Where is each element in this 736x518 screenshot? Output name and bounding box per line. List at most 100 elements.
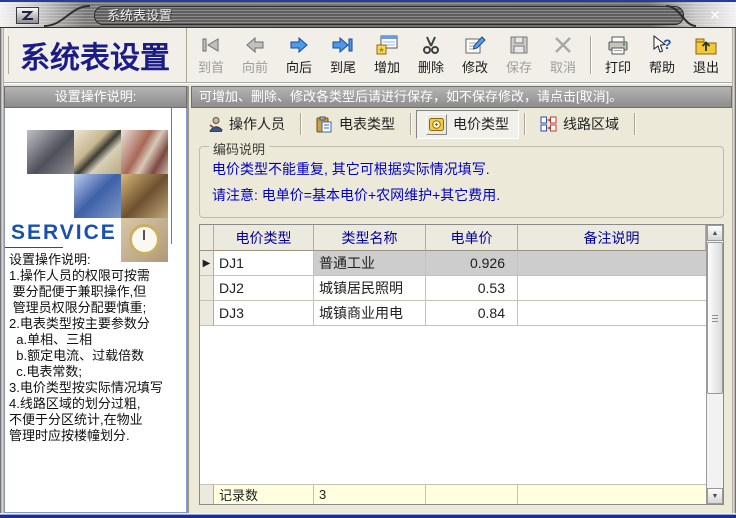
svg-text:?: ? [663, 36, 672, 52]
header-bar: 系统表设置 到首 向前 向后 [4, 28, 732, 84]
cell-note[interactable] [518, 301, 706, 326]
toolbar-button-exit[interactable]: 退出 [684, 28, 728, 82]
toolbar-button-cancel[interactable]: 取消 [541, 28, 585, 82]
window-edge-right [732, 28, 736, 518]
grid-main: 电价类型 类型名称 电单价 备注说明 ▶ DJ1 普通工业 0.926 [200, 225, 706, 504]
groupbox-legend: 编码说明 [209, 139, 269, 158]
tab-line-area[interactable]: 线路区域 [530, 110, 629, 138]
tab-label: 操作人员 [229, 114, 285, 134]
instruction-line: 3.电价类型按实际情况填写 [9, 380, 186, 396]
record-count-value: 3 [314, 484, 426, 504]
toolbar-button-modify[interactable]: 修改 [453, 28, 497, 82]
toolbar-button-next[interactable]: 向后 [277, 28, 321, 82]
go-prev-icon [244, 33, 266, 56]
toolbar-button-delete[interactable]: 删除 [409, 28, 453, 82]
tab-separator [300, 113, 301, 135]
cancel-x-icon [553, 33, 573, 56]
note-line: 请注意: 电单价=基本电价+农网维护+其它费用. [212, 182, 711, 208]
cell-code[interactable]: DJ1 [214, 251, 314, 276]
decor-horizontal-line [5, 247, 63, 248]
instruction-line: 不便于分区统计,在物业 [9, 412, 186, 428]
add-record-icon [375, 33, 399, 56]
toolbar-button-first[interactable]: 到首 [189, 28, 233, 82]
toolbar: 到首 向前 向后 到尾 [187, 28, 732, 82]
scroll-down-icon[interactable]: ▼ [707, 488, 723, 504]
cell-price[interactable]: 0.53 [426, 276, 518, 301]
cell-price[interactable]: 0.926 [426, 251, 518, 276]
service-logo: SERVICE [11, 221, 117, 245]
toolbar-button-add[interactable]: 增加 [365, 28, 409, 82]
photo-instruments [121, 130, 168, 174]
photo-pen [74, 130, 121, 174]
table-footer-row: 记录数 3 [200, 484, 706, 504]
close-icon[interactable]: ✕ [705, 6, 725, 25]
toolbar-button-prev[interactable]: 向前 [233, 28, 277, 82]
toolbar-separator [590, 36, 591, 74]
table-row[interactable]: DJ3 城镇商业用电 0.84 [200, 301, 706, 326]
table-header-row: 电价类型 类型名称 电单价 备注说明 [200, 225, 706, 251]
instruction-line: 1.操作人员的权限可按需 [9, 268, 186, 284]
instruction-line: 设置操作说明: [9, 252, 186, 268]
coding-note-groupbox: 编码说明 电价类型不能重复, 其它可根据实际情况填写. 请注意: 电单价=基本电… [199, 146, 724, 218]
tab-separator [524, 113, 525, 135]
indicator-column-header [200, 225, 214, 251]
cell-note[interactable] [518, 276, 706, 301]
window-body: 设置操作说明: SERVICE 设置操作说明: 1.操作人员的权限可按需 要分配… [4, 86, 732, 513]
cell-name[interactable]: 城镇居民照明 [314, 276, 426, 301]
cell-note[interactable] [518, 251, 706, 276]
table-row[interactable]: DJ2 城镇居民照明 0.53 [200, 276, 706, 301]
scroll-up-icon[interactable]: ▲ [707, 225, 723, 241]
table-empty-area [200, 326, 706, 484]
toolbar-button-print[interactable]: 打印 [596, 28, 640, 82]
photo-hand [121, 174, 168, 218]
tabs-bar: 操作人员 电表类型 电价类型 [189, 108, 732, 140]
col-header-unit-price[interactable]: 电单价 [426, 225, 518, 251]
tab-operators[interactable]: 操作人员 [197, 110, 295, 138]
delete-scissors-icon [420, 33, 442, 56]
footer-empty-cell [518, 484, 706, 504]
footer-indicator [200, 484, 214, 504]
go-next-icon [288, 33, 310, 56]
instruction-line: c.电表常数; [9, 364, 186, 380]
window-title: 系统表设置 [94, 6, 684, 25]
go-first-icon [200, 33, 222, 56]
cell-price[interactable]: 0.84 [426, 301, 518, 326]
col-header-price-type[interactable]: 电价类型 [214, 225, 314, 251]
sidebar-content: SERVICE 设置操作说明: 1.操作人员的权限可按需 要分配便于兼职操作,但… [4, 108, 187, 513]
sidebar-header: 设置操作说明: [4, 86, 187, 108]
sidebar: 设置操作说明: SERVICE 设置操作说明: 1.操作人员的权限可按需 要分配… [4, 86, 189, 513]
app-window: 系统表设置 ✕ 系统表设置 到首 向前 [0, 0, 736, 518]
current-row-marker-icon: ▶ [200, 251, 214, 276]
photo-keyboard [74, 174, 121, 218]
instructions-text: 设置操作说明: 1.操作人员的权限可按需 要分配便于兼职操作,但 管理员权限分配… [9, 252, 186, 444]
cell-code[interactable]: DJ3 [214, 301, 314, 326]
cell-name[interactable]: 城镇商业用电 [314, 301, 426, 326]
toolbar-button-help[interactable]: ? 帮助 [640, 28, 684, 82]
go-last-icon [332, 33, 354, 56]
help-cursor-icon: ? [650, 33, 674, 56]
pocket-watch-icon [129, 224, 160, 255]
titlebar: 系统表设置 ✕ [0, 0, 736, 28]
window-edge-bottom [0, 513, 736, 518]
cell-code[interactable]: DJ2 [214, 276, 314, 301]
col-header-type-name[interactable]: 类型名称 [314, 225, 426, 251]
scrollbar-thumb[interactable] [707, 242, 723, 394]
line-area-diagram-icon [540, 116, 557, 132]
cell-name[interactable]: 普通工业 [314, 251, 426, 276]
note-line: 电价类型不能重复, 其它可根据实际情况填写. [212, 156, 711, 182]
main-panel: 可增加、删除、修改各类型后请进行保存，如不保存修改，请点击[取消]。 操作人员 … [189, 86, 732, 513]
system-menu-icon[interactable] [16, 7, 39, 24]
col-header-note[interactable]: 备注说明 [518, 225, 706, 251]
toolbar-button-last[interactable]: 到尾 [321, 28, 365, 82]
table-row[interactable]: ▶ DJ1 普通工业 0.926 [200, 251, 706, 276]
tab-meter-type[interactable]: 电表类型 [306, 110, 405, 138]
price-type-icon [426, 114, 447, 135]
scrollbar-grip [712, 315, 718, 322]
tab-separator [410, 113, 411, 135]
toolbar-button-save[interactable]: 保存 [497, 28, 541, 82]
tab-separator [634, 113, 635, 135]
tab-price-type[interactable]: 电价类型 [416, 110, 519, 139]
instruction-line: 管理时应按楼幢划分. [9, 428, 186, 444]
instruction-line: 管理员权限分配要慎重; [9, 300, 186, 316]
vertical-scrollbar[interactable]: ▲ ▼ [706, 225, 723, 504]
